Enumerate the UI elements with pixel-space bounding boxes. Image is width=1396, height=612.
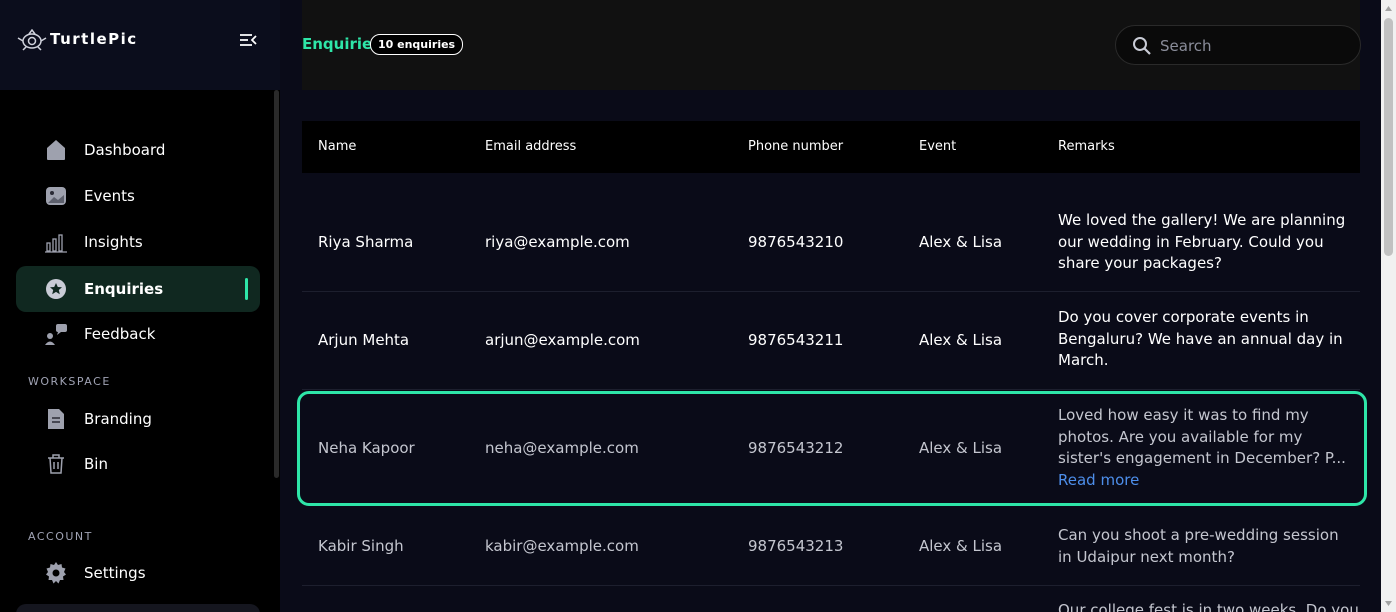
sidebar-item-label: Feedback [84,325,156,343]
gear-icon [44,561,68,585]
cell-event: Alex & Lisa [919,331,1003,349]
page-header: Enquiries 10 enquiries [302,0,1361,90]
cell-event: Alex & Lisa [919,537,1003,555]
table-row[interactable]: Arjun Mehta arjun@example.com 9876543211… [302,292,1360,390]
section-label-workspace: WORKSPACE [28,375,111,388]
sidebar-item-events[interactable]: Events [16,173,260,219]
collapse-sidebar-icon[interactable] [238,31,258,49]
sidebar-item-settings[interactable]: Settings [16,550,260,596]
sidebar-item-bin[interactable]: Bin [16,441,260,487]
sidebar-item-label: Bin [84,455,108,473]
section-label-account: ACCOUNT [28,530,93,543]
cell-phone: 9876543210 [748,233,844,251]
sidebar-item-feedback[interactable]: Feedback [16,311,260,357]
image-icon [44,184,68,208]
sidebar: TurtlePic Dashboard Events Insights Enqu… [0,0,280,612]
profile-card[interactable] [16,604,260,612]
feedback-icon [44,322,68,346]
cell-email: kabir@example.com [485,537,639,555]
sidebar-item-dashboard[interactable]: Dashboard [16,127,260,173]
scroll-up-icon[interactable] [1384,4,1393,13]
cell-event: Alex & Lisa [919,233,1003,251]
column-header-name[interactable]: Name [318,139,356,154]
column-header-event[interactable]: Event [919,139,956,154]
cell-remarks: Loved how easy it was to find my photos.… [1058,405,1352,491]
sidebar-item-label: Insights [84,233,143,251]
column-header-email[interactable]: Email address [485,139,576,154]
active-indicator [245,278,248,300]
cell-email: arjun@example.com [485,331,640,349]
column-header-remarks[interactable]: Remarks [1058,139,1115,154]
document-icon [44,407,68,431]
brand-bar: TurtlePic [0,0,280,90]
cell-name: Riya Sharma [318,233,414,251]
turtle-logo-icon [17,29,47,51]
sidebar-item-label: Branding [84,410,152,428]
cell-phone: 9876543211 [748,331,844,349]
page-scrollbar-thumb[interactable] [1384,18,1393,256]
bar-chart-icon [44,230,68,254]
column-header-phone[interactable]: Phone number [748,139,843,154]
cell-email: riya@example.com [485,233,630,251]
home-icon [44,138,68,162]
table-row[interactable]: Riya Sharma riya@example.com 9876543210 … [302,193,1360,292]
sidebar-scrollbar[interactable] [274,90,279,478]
cell-remarks: We loved the gallery! We are planning ou… [1058,211,1346,273]
cell-phone: 9876543212 [748,439,844,457]
trash-icon [44,452,68,476]
sidebar-item-branding[interactable]: Branding [16,396,260,442]
sidebar-item-label: Events [84,187,135,205]
cell-event: Alex & Lisa [919,439,1003,457]
table-header: Name Email address Phone number Event Re… [302,121,1360,173]
scroll-down-icon[interactable] [1384,599,1393,608]
cell-name: Neha Kapoor [318,439,415,457]
table-row-selected[interactable]: Neha Kapoor neha@example.com 9876543212 … [302,392,1360,506]
cell-name: Kabir Singh [318,537,404,555]
cell-remarks: Do you cover corporate events in Bengalu… [1058,308,1343,370]
sidebar-item-enquiries[interactable]: Enquiries [16,266,260,312]
brand-name: TurtlePic [50,30,138,48]
search-icon [1133,37,1151,55]
remarks-text: Loved how easy it was to find my photos.… [1058,406,1346,468]
sidebar-item-label: Enquiries [84,280,164,298]
search-box[interactable] [1115,25,1361,65]
table-row[interactable]: Kabir Singh kabir@example.com 9876543213… [302,507,1360,586]
star-badge-icon [44,277,68,301]
cell-phone: 9876543213 [748,537,844,555]
table-row[interactable]: Our college fest is in two weeks. Do you [302,587,1360,612]
cell-remarks: Can you shoot a pre-wedding session in U… [1058,526,1339,566]
cell-name: Arjun Mehta [318,331,410,349]
cell-remarks: Our college fest is in two weeks. Do you [1058,601,1359,612]
cell-email: neha@example.com [485,439,639,457]
sidebar-item-label: Settings [84,564,146,582]
sidebar-item-label: Dashboard [84,141,166,159]
count-badge: 10 enquiries [370,34,464,55]
sidebar-item-insights[interactable]: Insights [16,219,260,265]
search-input[interactable] [1160,35,1350,57]
read-more-link[interactable]: Read more [1058,470,1352,492]
